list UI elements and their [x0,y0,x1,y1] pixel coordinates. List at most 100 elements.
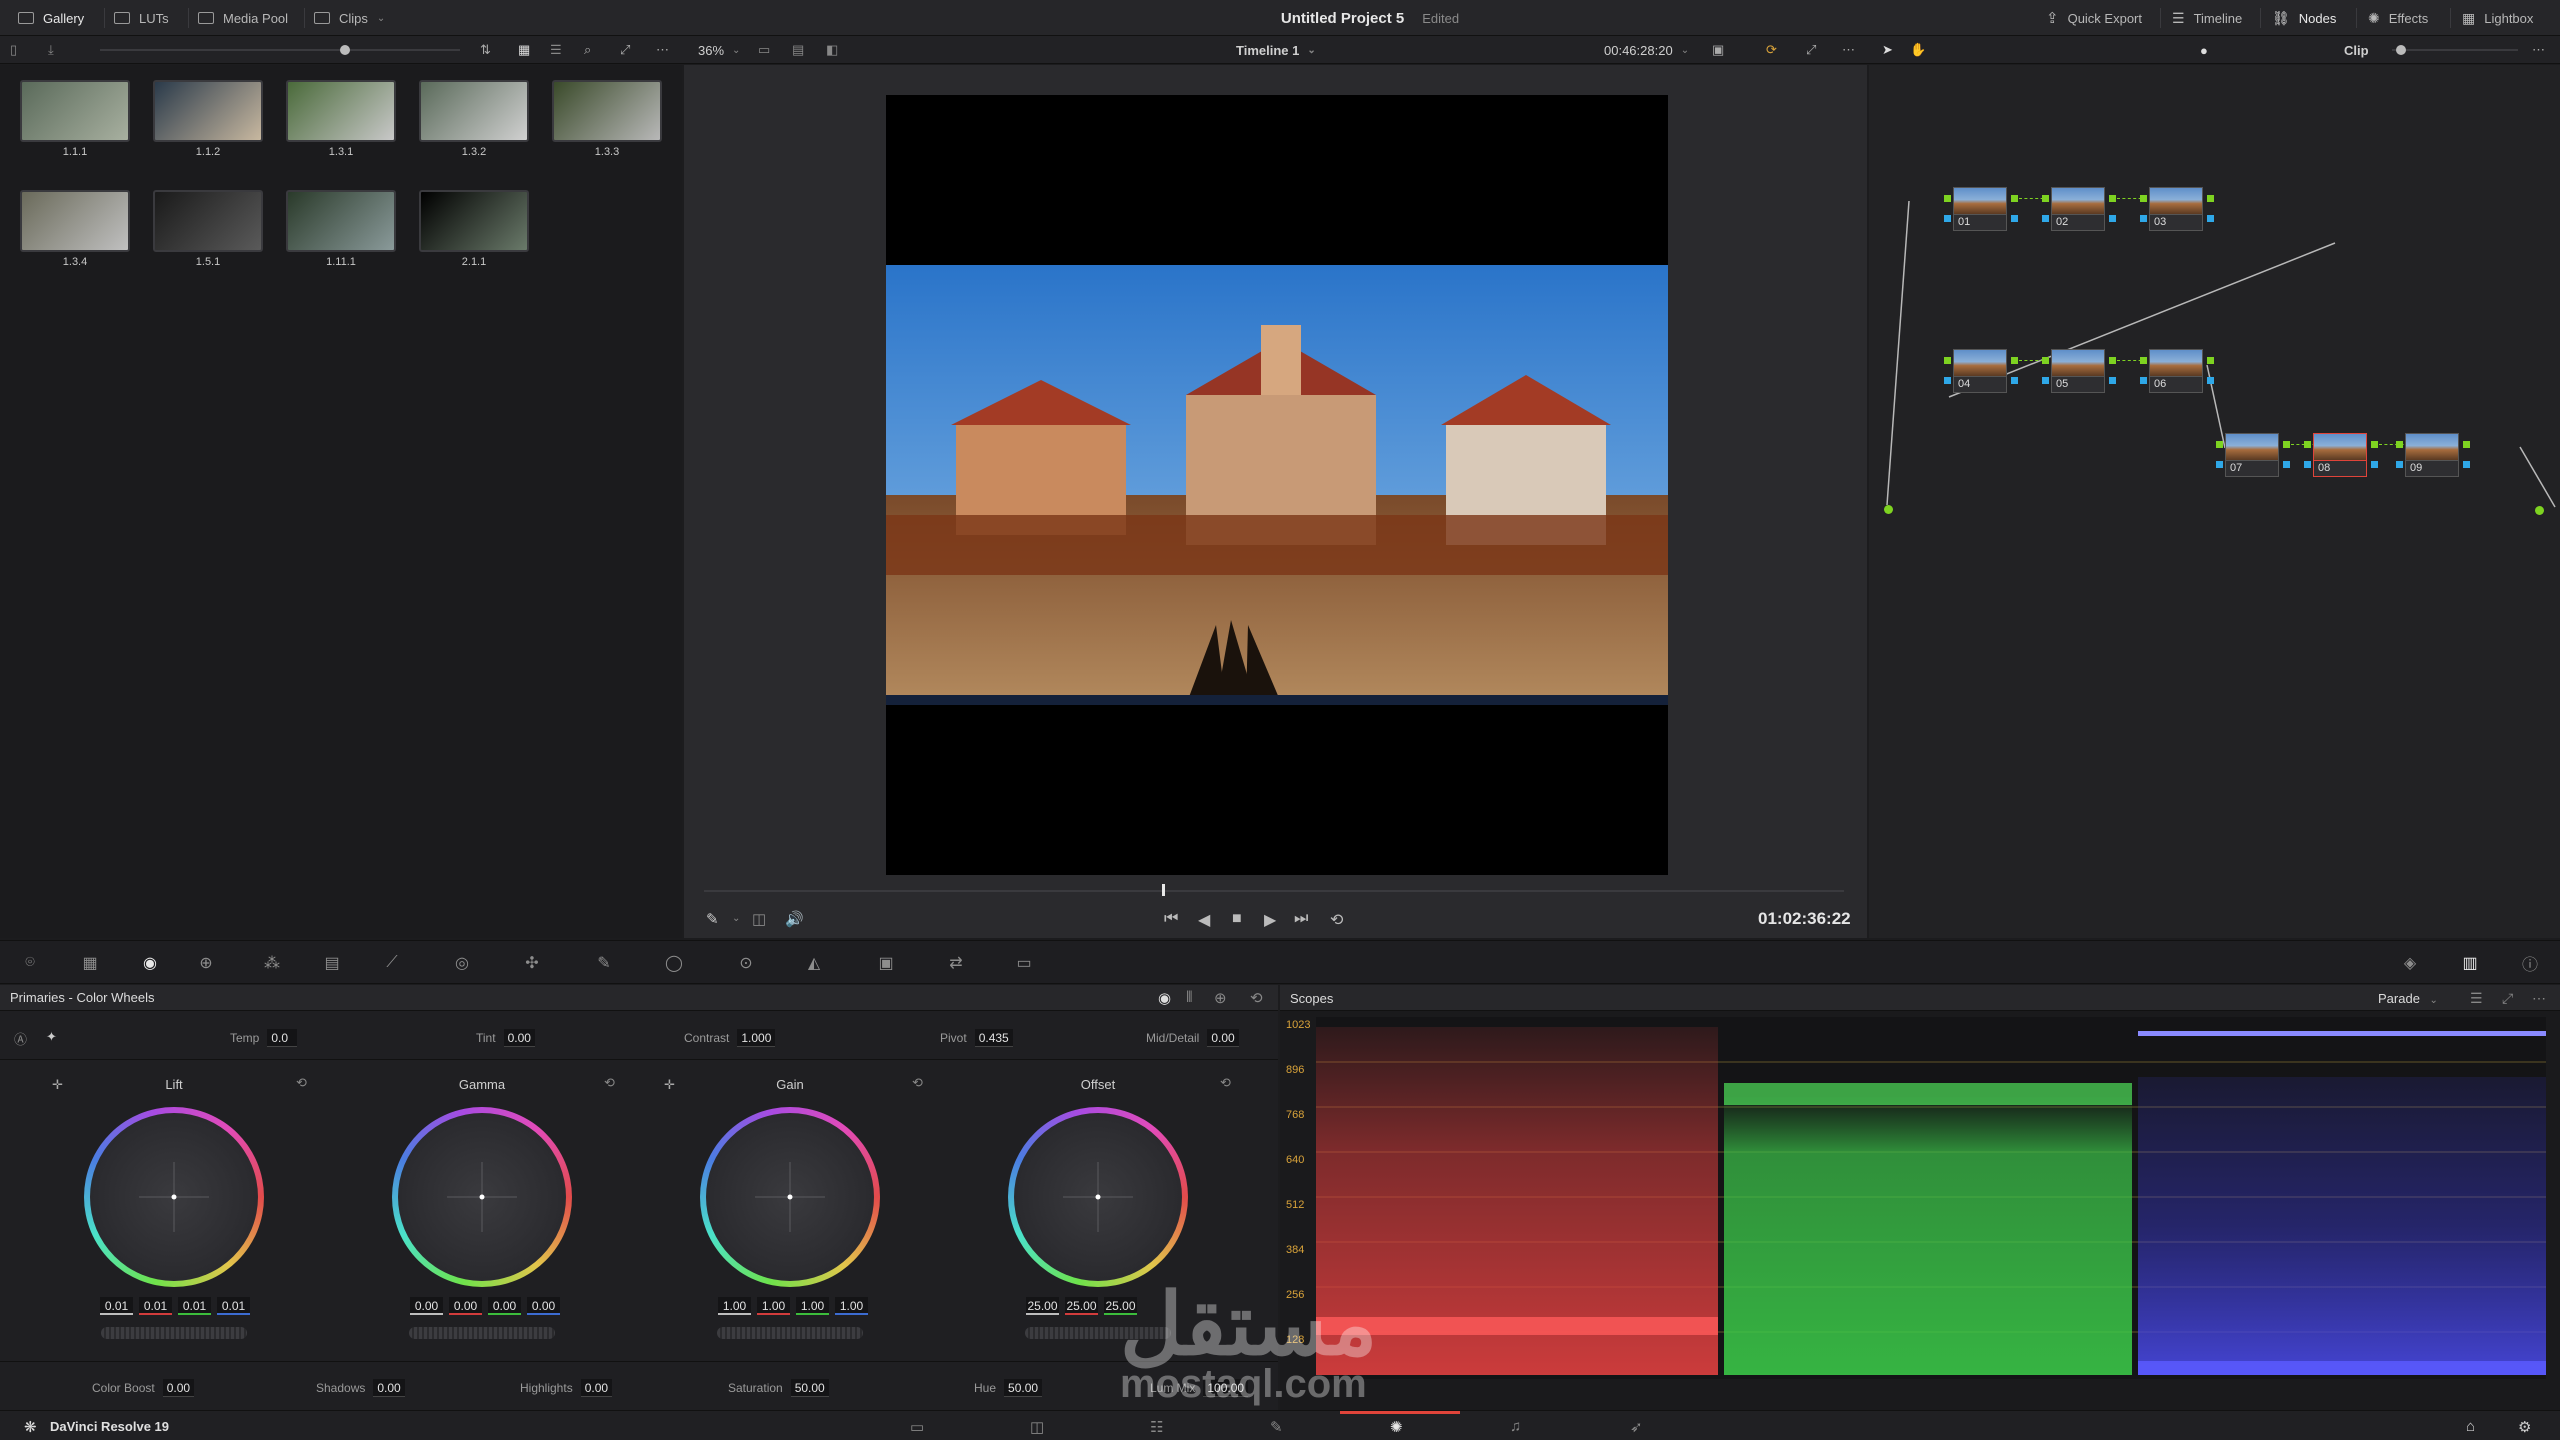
node-input-alpha[interactable] [1944,377,1951,384]
scope-options-icon[interactable]: ⋯ [2532,990,2546,1007]
node-input-rgb[interactable] [2304,441,2311,448]
color-warper-icon[interactable]: ◎ [452,953,472,973]
viewer-mode-icon[interactable]: ▣ [1712,36,1724,64]
eyedropper-icon[interactable]: ✎ [706,910,719,928]
more-options-icon[interactable]: ⋯ [656,36,669,64]
color-wheel[interactable] [700,1107,880,1287]
color-page-icon[interactable]: ✺ [1390,1418,1403,1436]
wheel-value[interactable]: 0.01 [178,1297,211,1315]
wheel-value[interactable]: 25.00 [1065,1297,1098,1315]
temp-param[interactable]: Temp 0.0 [230,1029,298,1047]
wheel-value[interactable]: 1.00 [796,1297,829,1315]
source-timecode[interactable]: 00:46:28:20 ⌄ [1604,36,1689,64]
wheel-value[interactable]: 0.01 [100,1297,133,1315]
home-icon[interactable]: ⌂ [2466,1418,2475,1435]
wheel-reset-icon[interactable]: ⟲ [296,1075,307,1091]
saturation-value[interactable]: 50.00 [790,1379,829,1397]
node-output-dot[interactable] [2535,506,2544,515]
wheel-value[interactable]: 0.01 [217,1297,250,1315]
node-output-rgb[interactable] [2109,195,2116,202]
color-wheel[interactable] [1008,1107,1188,1287]
node-output-rgb[interactable] [2109,357,2116,364]
qualifier-icon[interactable]: ✣ [522,953,542,973]
node-output-alpha[interactable] [2207,215,2214,222]
playhead[interactable] [1162,884,1165,896]
node-input-dot[interactable] [1884,505,1893,514]
grid-view-icon[interactable]: ▦ [518,36,530,64]
clip-mode-select[interactable]: Clip [2344,36,2369,64]
hdr-wheels-icon[interactable]: ⊕ [196,953,216,973]
wheel-value[interactable]: 1.00 [757,1297,790,1315]
node-output-alpha[interactable] [2011,215,2018,222]
node-input-rgb[interactable] [2396,441,2403,448]
effects-tab[interactable]: ✺ Effects [2368,0,2428,36]
timeline-select[interactable]: Timeline 1 ⌄ [1236,36,1316,64]
color-node[interactable]: 08 [2313,433,2367,479]
shadows-value[interactable]: 0.00 [373,1379,405,1397]
wheel-value[interactable]: 25.00 [1026,1297,1059,1315]
info-icon[interactable]: ⓘ [2520,953,2540,974]
fusion-page-icon[interactable]: ✎ [1270,1418,1283,1436]
eyedropper-qualifier-icon[interactable]: ✎ [594,953,614,973]
picker-icon[interactable]: ✛ [52,1077,63,1093]
node-output-rgb[interactable] [2463,441,2470,448]
wheel-reset-icon[interactable]: ⟲ [912,1075,923,1091]
fairlight-page-icon[interactable]: ♫ [1510,1418,1521,1435]
node-input-rgb[interactable] [2042,357,2049,364]
blur-icon[interactable]: ▣ [876,953,896,973]
color-wheel[interactable] [84,1107,264,1287]
go-to-end-icon[interactable]: ⏭ [1294,910,1308,928]
node-input-alpha[interactable] [2140,215,2147,222]
color-boost-param[interactable]: Color Boost 0.00 [92,1379,195,1397]
timeline-tab[interactable]: ☰ Timeline [2172,0,2242,36]
motion-effects-icon[interactable]: ▤ [322,953,342,973]
node-output-alpha[interactable] [2011,377,2018,384]
wheel-value[interactable]: 0.00 [488,1297,521,1315]
hue-param[interactable]: Hue 50.00 [974,1379,1043,1397]
node-input-alpha[interactable] [2216,461,2223,468]
pointer-tool-icon[interactable]: ➤ [1882,36,1893,64]
node-output-alpha[interactable] [2463,461,2470,468]
hue-value[interactable]: 50.00 [1004,1379,1043,1397]
thumb-size-slider[interactable] [100,36,460,64]
expand-icon[interactable]: ⤢ [620,36,630,64]
play-reverse-icon[interactable]: ◀ [1198,910,1210,930]
single-viewer-icon[interactable]: ▭ [758,36,770,64]
fullscreen-icon[interactable]: ⤢ [1806,36,1816,64]
log-mode-icon[interactable]: ⊕ [1214,989,1227,1007]
node-input-alpha[interactable] [2304,461,2311,468]
node-input-alpha[interactable] [1944,215,1951,222]
gallery-still[interactable] [20,190,130,252]
quick-export-button[interactable]: ⇪ Quick Export [2046,0,2142,36]
gallery-still[interactable] [20,80,130,142]
wheel-reset-icon[interactable]: ⟲ [1220,1075,1231,1091]
wipe-icon[interactable]: ◧ [826,36,838,64]
gallery-still[interactable] [153,190,263,252]
color-wheel[interactable] [392,1107,572,1287]
node-zoom-slider[interactable] [2392,36,2518,64]
scopes-icon[interactable]: ▥ [2460,953,2480,973]
loop-highlight-icon[interactable]: ⟳ [1766,36,1777,64]
viewer-options-icon[interactable]: ⋯ [1842,36,1855,64]
zoom-select[interactable]: 36% ⌄ [698,36,740,64]
gallery-still[interactable] [419,80,529,142]
still-grab-icon[interactable]: ⤓ [48,36,54,64]
color-node[interactable]: 03 [2149,187,2203,233]
color-boost-value[interactable]: 0.00 [162,1379,195,1397]
color-node[interactable]: 06 [2149,349,2203,395]
color-node[interactable]: 04 [1953,349,2007,395]
sidebar-toggle-icon[interactable]: ▯ [10,36,17,64]
wheel-puck[interactable] [479,1194,485,1200]
gallery-still[interactable] [419,190,529,252]
layers-icon[interactable]: ◫ [752,910,766,928]
node-output-rgb[interactable] [2283,441,2290,448]
chevron-down-icon[interactable]: ⌄ [732,913,740,924]
node-output-rgb[interactable] [2207,195,2214,202]
clips-tab[interactable]: Clips ⌄ [314,0,385,36]
node-output-rgb[interactable] [2371,441,2378,448]
media-page-icon[interactable]: ▭ [910,1418,924,1436]
magic-mask-icon[interactable]: ◭ [804,953,824,973]
wheel-master-slider[interactable] [717,1327,863,1339]
wheel-value[interactable]: 1.00 [718,1297,751,1315]
wheel-puck[interactable] [171,1194,177,1200]
